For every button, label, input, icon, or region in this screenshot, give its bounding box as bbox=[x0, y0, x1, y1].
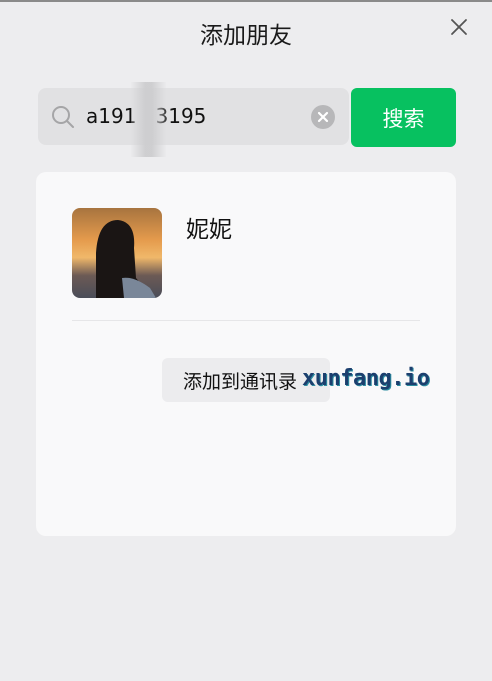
search-input[interactable] bbox=[86, 97, 306, 135]
window-title: 添加朋友 bbox=[200, 23, 292, 49]
divider bbox=[72, 320, 420, 321]
close-icon[interactable] bbox=[450, 18, 468, 36]
search-box bbox=[38, 82, 349, 157]
clear-circle-icon[interactable] bbox=[311, 105, 335, 129]
add-friend-window: 添加朋友 搜索 bbox=[0, 0, 492, 681]
result-card: 妮妮 添加到通讯录 bbox=[36, 172, 456, 536]
search-icon bbox=[52, 106, 74, 128]
search-button[interactable]: 搜索 bbox=[351, 88, 456, 147]
redaction-blur bbox=[131, 82, 166, 157]
user-avatar[interactable] bbox=[72, 208, 162, 298]
user-name: 妮妮 bbox=[186, 217, 232, 243]
watermark: xunfang.io bbox=[302, 366, 430, 391]
